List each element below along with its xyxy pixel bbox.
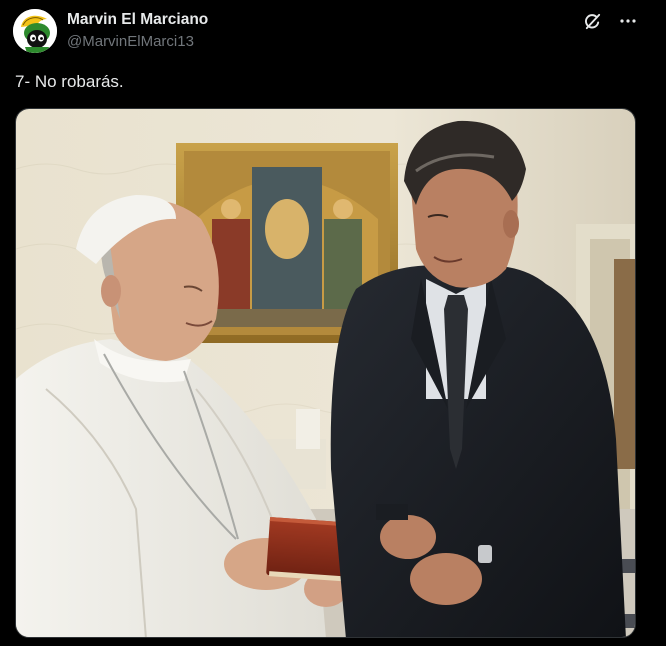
photo-illustration [16,109,635,637]
tweet-actions [582,11,638,31]
avatar[interactable] [13,9,57,53]
user-handle[interactable]: @MarvinElMarci13 [67,32,208,52]
author-info[interactable]: Marvin El Marciano @MarvinElMarci13 [67,10,208,52]
tweet-photo[interactable] [15,108,636,638]
display-name[interactable]: Marvin El Marciano [67,10,208,30]
grok-icon[interactable] [582,11,602,31]
tweet-card[interactable]: Marvin El Marciano @MarvinElMarci13 7- N… [0,0,666,646]
more-options-icon[interactable] [618,11,638,31]
tweet-text: 7- No robarás. [15,72,124,91]
marvin-the-martian-avatar-icon [13,9,57,53]
